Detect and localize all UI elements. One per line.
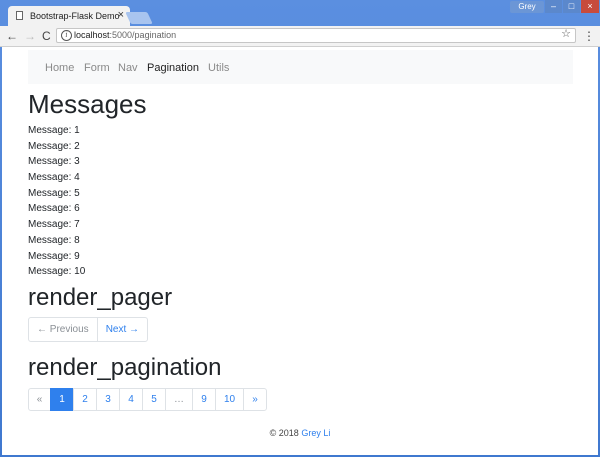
list-item: Message: 8 [28,234,80,246]
nav-item-pagination[interactable]: Pagination [147,62,199,74]
page-item-9[interactable]: 9 [192,388,216,411]
page-first-button[interactable]: « [28,388,51,411]
list-item: Message: 1 [28,125,80,136]
footer: © 2018 Grey Li [2,428,598,438]
pager-previous-button[interactable]: ← Previous [29,318,98,341]
page-viewport: Home Form Nav Pagination Utils Messages … [2,47,598,455]
page-item-10[interactable]: 10 [215,388,244,411]
page-item-2[interactable]: 2 [73,388,97,411]
pagination: « 1 2 3 4 5 … 9 10 » [28,388,267,411]
url-text: localhost:5000/pagination [74,29,176,42]
reload-icon[interactable]: C [42,28,51,44]
forward-icon[interactable]: → [24,28,36,44]
browser-menu-icon[interactable]: ⋮ [583,28,595,44]
back-icon[interactable]: ← [6,28,18,44]
messages-list: Message: 1 Message: 2 Message: 3 Message… [28,123,85,280]
list-item: Message: 7 [28,219,80,231]
tab-strip: Bootstrap-Flask Demo × Grey – □ × [0,0,600,26]
list-item: Message: 4 [28,172,80,184]
nav-item-utils[interactable]: Utils [208,62,229,74]
list-item: Message: 9 [28,250,80,262]
maximize-button[interactable]: □ [563,0,580,13]
address-bar[interactable]: i localhost:5000/pagination ☆ [56,28,576,43]
url-host: localhost [74,30,110,40]
footer-copyright: © 2018 [269,428,299,438]
browser-tab[interactable]: Bootstrap-Flask Demo × [8,6,130,26]
page-last-button[interactable]: » [243,388,267,411]
list-item: Message: 6 [28,203,80,215]
messages-heading: Messages [28,89,147,119]
url-path: :5000/pagination [109,30,177,40]
page-icon [16,11,23,20]
pager: ← Previous Next → [28,317,149,342]
pager-next-button[interactable]: Next → [98,318,147,341]
footer-author-link[interactable]: Grey Li [301,428,330,438]
list-item: Message: 3 [28,156,80,168]
pager-heading: render_pager [28,284,173,311]
info-icon[interactable]: i [61,30,72,41]
nav-item-form[interactable]: Form [84,62,110,74]
list-item: Message: 2 [28,140,80,152]
list-item: Message: 5 [28,187,80,199]
page-item-5[interactable]: 5 [142,388,166,411]
nav-item-home[interactable]: Home [45,62,74,74]
navbar: Home Form Nav Pagination Utils [28,50,573,84]
list-item: Message: 10 [28,266,86,278]
profile-button[interactable]: Grey [510,1,544,13]
page-item-4[interactable]: 4 [119,388,143,411]
page-item-3[interactable]: 3 [96,388,120,411]
page-item-1[interactable]: 1 [50,388,74,411]
new-tab-button[interactable] [125,12,153,24]
nav-item-nav[interactable]: Nav [118,62,138,74]
browser-toolbar: ← → C i localhost:5000/pagination ☆ ⋮ [0,26,600,47]
minimize-button[interactable]: – [545,0,562,13]
close-window-button[interactable]: × [581,0,599,13]
pagination-heading: render_pagination [28,354,222,381]
tab-title: Bootstrap-Flask Demo [30,11,120,21]
close-tab-icon[interactable]: × [118,9,124,21]
browser-window: Bootstrap-Flask Demo × Grey – □ × ← → C … [0,0,600,457]
bookmark-star-icon[interactable]: ☆ [561,28,571,41]
page-ellipsis: … [165,388,193,411]
